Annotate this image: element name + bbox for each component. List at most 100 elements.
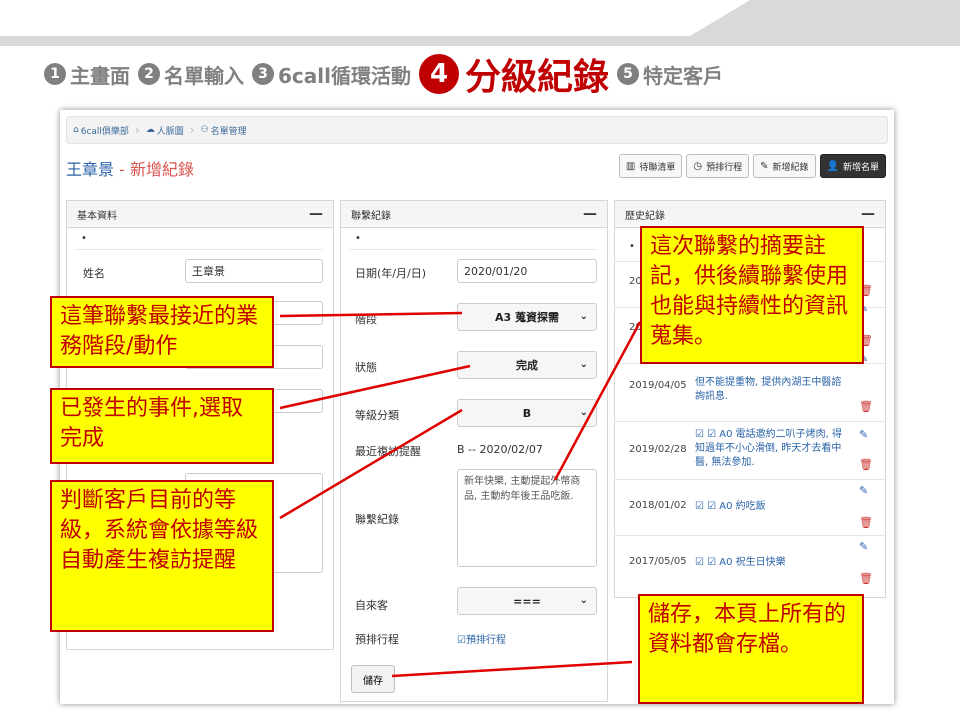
breadcrumb-network[interactable]: ☁ 人脈圖 — [146, 124, 184, 137]
trash-icon[interactable]: 🗑 — [859, 458, 873, 471]
callout-save: 儲存，本頁上所有的資料都會存檔。 — [638, 594, 864, 704]
pencil-icon: ✎ — [760, 160, 769, 172]
step-1-number: 1 — [44, 63, 66, 85]
breadcrumb-list[interactable]: ⚇ 名單管理 — [201, 124, 247, 137]
step-3: 3 6call循環活動 — [252, 60, 411, 89]
date-label: 日期(年/月/日) — [355, 267, 426, 280]
pencil-icon[interactable]: ✎ — [859, 484, 868, 497]
todo-list-button[interactable]: ▥ 待聯清單 — [618, 154, 683, 178]
recent-revisit-label: 最近複訪提醒 — [355, 445, 421, 458]
collapse-icon[interactable]: — — [583, 206, 597, 222]
step-5-label: 特定客戶 — [643, 63, 723, 88]
name-label: 姓名 — [83, 267, 105, 280]
collapse-icon[interactable]: — — [309, 206, 323, 222]
clock-icon: ◷ — [693, 160, 703, 172]
step-5-number: 5 — [617, 63, 639, 85]
trash-icon[interactable]: 🗑 — [859, 516, 873, 529]
record-textarea[interactable]: 新年快樂, 主動提起外幣商品, 主動約年後王品吃飯. — [457, 469, 597, 567]
edit-icon: ☑ — [457, 635, 466, 646]
history-row: ✎ 2018/01/02 ☑ ☑ A0 約吃飯 🗑 — [615, 479, 885, 536]
todo-list-label: 待聯清單 — [639, 162, 676, 173]
page-title-sub: - 新增紀錄 — [114, 160, 194, 179]
history-text: ☑ ☑ A0 祝生日快樂 — [695, 557, 786, 568]
callout-grade: 判斷客戶目前的等級，系統會依據等級自動產生複訪提醒 — [50, 480, 274, 632]
record-label: 聯繫紀錄 — [355, 513, 399, 526]
breadcrumb-list-label: 名單管理 — [210, 126, 247, 137]
schedule-link[interactable]: ☑預排行程 — [457, 631, 506, 646]
history-bullet: • — [629, 241, 635, 252]
grade-label: 等級分類 — [355, 409, 399, 422]
history-date: 2017/05/05 — [629, 556, 687, 567]
step-5: 5 特定客戶 — [617, 60, 723, 89]
stage-value: A3 蒐資探需 — [495, 311, 559, 324]
history-text: ☑ ☑ A0 電話邀約二叭子烤肉, 得知過年不小心滑倒, 昨天才去看中醫, 無法… — [695, 429, 843, 468]
save-button[interactable]: 儲存 — [351, 665, 395, 693]
grade-select[interactable]: B ⌄ — [457, 399, 597, 427]
divider — [349, 249, 597, 250]
step-4-number: 4 — [418, 54, 459, 94]
chevron-down-icon: ⌄ — [579, 595, 588, 606]
add-list-button[interactable]: 👤 新增名單 — [819, 154, 886, 178]
breadcrumb-home-label: 6call俱樂部 — [80, 126, 129, 137]
status-label: 狀態 — [355, 361, 377, 374]
trash-icon[interactable]: 🗑 — [859, 572, 873, 585]
contact-bullet: • — [355, 233, 361, 244]
chevron-down-icon: ⌄ — [579, 407, 588, 418]
page-title-name: 王章景 — [66, 160, 115, 179]
schedule-button[interactable]: ◷ 預排行程 — [686, 154, 750, 178]
stage-label: 階段 — [355, 313, 377, 326]
breadcrumb-network-label: 人脈圖 — [156, 126, 184, 137]
add-record-label: 新增紀錄 — [772, 162, 809, 173]
walkin-value: === — [513, 594, 541, 608]
home-icon: ⌂ — [73, 125, 79, 135]
divider — [75, 249, 323, 250]
basic-info-header: 基本資料 — — [67, 201, 333, 228]
grade-value: B — [522, 406, 532, 420]
step-3-label: 6call循環活動 — [278, 63, 411, 88]
history-row: ✎ 2017/05/05 ☑ ☑ A0 祝生日快樂 🗑 — [615, 535, 885, 592]
basic-bullet: • — [81, 233, 87, 244]
callout-stage: 這筆聯繫最接近的業務階段/動作 — [50, 296, 274, 368]
status-value: 完成 — [516, 359, 538, 372]
toolbar: ▥ 待聯清單 ◷ 預排行程 ✎ 新增紀錄 👤 新增名單 — [615, 154, 886, 178]
step-2-number: 2 — [138, 63, 160, 85]
history-text: ☑ ☑ A0 約吃飯 — [695, 501, 766, 512]
users-icon: ⚇ — [200, 125, 209, 135]
trash-icon[interactable]: 🗑 — [859, 400, 873, 413]
step-2: 2 名單輸入 — [138, 60, 244, 89]
trash-can-icon: ▥ — [625, 160, 636, 172]
name-field[interactable]: 王章景 — [185, 259, 323, 283]
walkin-label: 自來客 — [355, 599, 388, 612]
pencil-icon[interactable]: ✎ — [859, 428, 868, 441]
step-1-label: 主畫面 — [70, 63, 130, 88]
history-date: 2019/04/05 — [629, 380, 687, 391]
chevron-right-icon: › — [189, 123, 195, 137]
history-date: 2019/02/28 — [629, 444, 687, 455]
date-input[interactable]: 2020/01/20 — [457, 259, 597, 283]
history-title: 歷史紀錄 — [625, 210, 665, 222]
add-list-label: 新增名單 — [842, 162, 879, 173]
breadcrumb: ⌂ 6call俱樂部 › ☁ 人脈圖 › ⚇ 名單管理 — [66, 116, 888, 144]
step-3-number: 3 — [252, 63, 274, 85]
step-4-active: 4 分級紀錄 — [418, 48, 609, 100]
history-text: 但不能提重物, 提供內湖王中醫諮詢訊息. — [695, 377, 842, 402]
status-select[interactable]: 完成 ⌄ — [457, 351, 597, 379]
top-decor-triangle — [690, 0, 960, 36]
basic-info-title: 基本資料 — [77, 210, 117, 222]
pencil-icon[interactable]: ✎ — [859, 540, 868, 553]
cloud-icon: ☁ — [145, 125, 155, 135]
step-1: 1 主畫面 — [44, 60, 130, 89]
step-2-label: 名單輸入 — [164, 63, 244, 88]
contact-record-title: 聯繫紀錄 — [351, 210, 391, 222]
history-date: 2018/01/02 — [629, 500, 687, 511]
history-row: 2019/04/05 但不能提重物, 提供內湖王中醫諮詢訊息. 🗑 — [615, 363, 885, 422]
breadcrumb-home[interactable]: ⌂ 6call俱樂部 — [73, 124, 129, 137]
stage-select[interactable]: A3 蒐資探需 ⌄ — [457, 303, 597, 331]
recent-revisit-value: B -- 2020/02/07 — [457, 443, 543, 456]
history-row: ✎ 2019/02/28 ☑ ☑ A0 電話邀約二叭子烤肉, 得知過年不小心滑倒… — [615, 421, 885, 480]
chevron-down-icon: ⌄ — [579, 359, 588, 370]
collapse-icon[interactable]: — — [861, 206, 875, 222]
chevron-right-icon: › — [134, 123, 140, 137]
add-record-button[interactable]: ✎ 新增紀錄 — [753, 154, 816, 178]
walkin-select[interactable]: === ⌄ — [457, 587, 597, 615]
